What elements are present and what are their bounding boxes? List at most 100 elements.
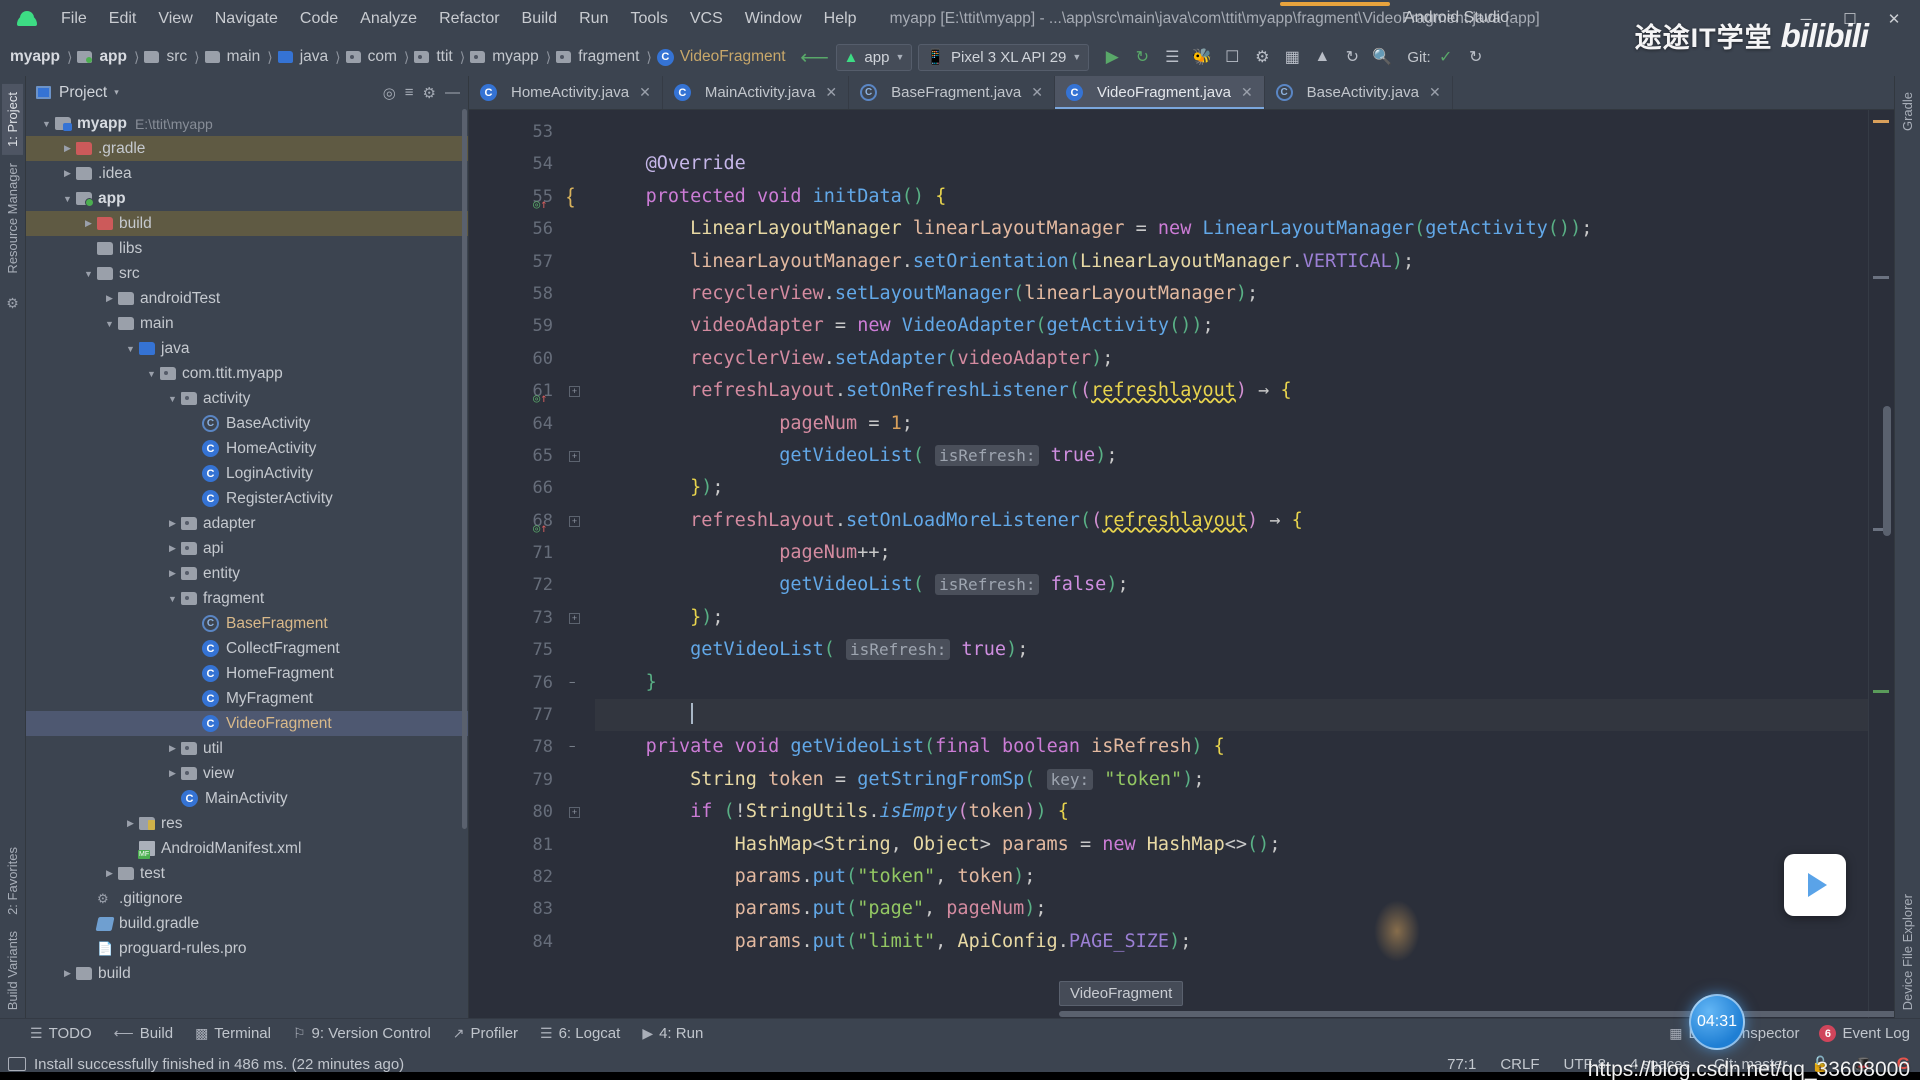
close-icon[interactable]: ✕ bbox=[1031, 84, 1043, 101]
sidebar-tab-project[interactable]: 1: Project bbox=[2, 84, 23, 155]
tree-row[interactable]: ⚙ .gitignore bbox=[26, 886, 468, 911]
code-line[interactable]: @Override bbox=[595, 148, 1868, 180]
settings-icon[interactable]: ⚙ bbox=[423, 84, 436, 102]
chevron-right-icon[interactable]: ▶ bbox=[166, 768, 179, 779]
chevron-right-icon[interactable]: ▶ bbox=[166, 743, 179, 754]
profiler-icon[interactable]: ▲ bbox=[1307, 43, 1337, 71]
code-line[interactable]: refreshLayout.setOnRefreshListener((refr… bbox=[595, 375, 1868, 407]
menu-view[interactable]: View bbox=[147, 6, 203, 32]
close-icon[interactable]: ✕ bbox=[1429, 84, 1441, 101]
breadcrumb-item-src[interactable]: src bbox=[164, 48, 189, 66]
toolwindow-build[interactable]: ⟵ Build bbox=[114, 1025, 173, 1042]
tree-row[interactable]: C VideoFragment bbox=[26, 711, 468, 736]
tree-row[interactable]: ▶ util bbox=[26, 736, 468, 761]
tree-row[interactable]: ▶ androidTest bbox=[26, 286, 468, 311]
chevron-right-icon[interactable]: ▶ bbox=[61, 143, 74, 154]
code-line[interactable]: protected void initData() { bbox=[595, 181, 1868, 213]
close-icon[interactable]: ✕ bbox=[825, 84, 837, 101]
sidebar-tab-build-variants[interactable]: Build Variants bbox=[2, 923, 23, 1018]
tree-row[interactable]: ▶ test bbox=[26, 861, 468, 886]
tree-row[interactable]: C CollectFragment bbox=[26, 636, 468, 661]
tree-row[interactable]: ▶ api bbox=[26, 536, 468, 561]
toolwindow-terminal[interactable]: ▩ Terminal bbox=[195, 1025, 271, 1042]
menu-run[interactable]: Run bbox=[568, 6, 619, 32]
menu-code[interactable]: Code bbox=[289, 6, 349, 32]
layout-inspector-icon[interactable]: ▦ bbox=[1277, 43, 1307, 71]
device-selector[interactable]: 📱 Pixel 3 XL API 29 ▼ bbox=[918, 43, 1090, 71]
tree-row[interactable]: ▼ fragment bbox=[26, 586, 468, 611]
marker-warning[interactable] bbox=[1873, 120, 1889, 123]
logcat-icon[interactable]: ☰ bbox=[1157, 43, 1187, 71]
marker-change[interactable] bbox=[1873, 690, 1889, 693]
chevron-right-icon[interactable]: ▶ bbox=[103, 293, 116, 304]
fold-expand-icon[interactable]: + bbox=[569, 450, 580, 462]
menu-navigate[interactable]: Navigate bbox=[204, 6, 289, 32]
code-line[interactable]: HashMap<String, Object> params = new Has… bbox=[595, 829, 1868, 861]
editor-tab[interactable]: C BaseFragment.java ✕ bbox=[849, 76, 1055, 109]
toolwindow-run[interactable]: ▶ 4: Run bbox=[642, 1025, 703, 1042]
chevron-down-icon[interactable]: ▼ bbox=[166, 594, 179, 604]
apply-changes-icon[interactable]: ↻ bbox=[1127, 43, 1157, 71]
chevron-right-icon[interactable]: ▶ bbox=[82, 218, 95, 229]
code-line[interactable]: pageNum++; bbox=[595, 537, 1868, 569]
toolwindow-profiler[interactable]: ↗ Profiler bbox=[453, 1025, 518, 1042]
breadcrumb-item-myapp-pkg[interactable]: myapp bbox=[490, 48, 541, 66]
sidebar-tab-favorites[interactable]: 2: Favorites bbox=[2, 839, 23, 923]
code-line[interactable] bbox=[595, 116, 1868, 148]
tree-row[interactable]: ▶ .idea bbox=[26, 161, 468, 186]
code-line[interactable]: params.put("page", pageNum); bbox=[595, 893, 1868, 925]
toolwindow-version-control[interactable]: ⚐ 9: Version Control bbox=[293, 1025, 431, 1042]
chevron-down-icon[interactable]: ▼ bbox=[166, 394, 179, 404]
maximize-button[interactable]: ☐ bbox=[1828, 0, 1872, 38]
minimize-button[interactable]: ─ bbox=[1784, 0, 1828, 38]
breadcrumb-item-app[interactable]: app bbox=[97, 48, 129, 66]
tree-row[interactable]: ▼ app bbox=[26, 186, 468, 211]
tree-row[interactable]: C HomeFragment bbox=[26, 661, 468, 686]
tree-row[interactable]: ▶ .gradle bbox=[26, 136, 468, 161]
menu-file[interactable]: File bbox=[50, 6, 98, 32]
code-line[interactable]: getVideoList( isRefresh: false); bbox=[595, 569, 1868, 601]
breadcrumb-item-fragment[interactable]: fragment bbox=[576, 48, 641, 66]
breadcrumb-item-videofragment[interactable]: VideoFragment bbox=[680, 48, 786, 66]
tree-row[interactable]: build.gradle bbox=[26, 911, 468, 936]
tree-row[interactable]: C HomeActivity bbox=[26, 436, 468, 461]
tree-row[interactable]: C BaseActivity bbox=[26, 411, 468, 436]
chevron-right-icon[interactable]: ▶ bbox=[166, 568, 179, 579]
chevron-down-icon[interactable]: ▼ bbox=[82, 269, 95, 279]
toolwindow-logcat[interactable]: ☰ 6: Logcat bbox=[540, 1025, 620, 1042]
hide-panel-icon[interactable]: — bbox=[445, 84, 460, 101]
search-icon[interactable]: 🔍 bbox=[1367, 43, 1397, 71]
chevron-right-icon[interactable]: ▶ bbox=[166, 518, 179, 529]
tree-row[interactable]: C LoginActivity bbox=[26, 461, 468, 486]
code-line[interactable]: refreshLayout.setOnLoadMoreListener((ref… bbox=[595, 505, 1868, 537]
sync-gradle-icon[interactable]: ↻ bbox=[1337, 43, 1367, 71]
menu-help[interactable]: Help bbox=[813, 6, 868, 32]
chevron-down-icon[interactable]: ▼ bbox=[40, 119, 53, 129]
code-folding-column[interactable]: {+ + + + − − + bbox=[559, 110, 595, 1018]
chevron-down-icon[interactable]: ▼ bbox=[103, 319, 116, 329]
editor-tab[interactable]: C BaseActivity.java ✕ bbox=[1265, 76, 1453, 109]
tree-row[interactable]: 📄 proguard-rules.pro bbox=[26, 936, 468, 961]
sidebar-tab-device-file-explorer[interactable]: Device File Explorer bbox=[1897, 886, 1918, 1018]
code-line[interactable]: linearLayoutManager.setOrientation(Linea… bbox=[595, 246, 1868, 278]
caret-position[interactable]: 77:1 bbox=[1447, 1056, 1476, 1073]
chevron-down-icon[interactable]: ▼ bbox=[124, 344, 137, 354]
close-button[interactable]: ✕ bbox=[1872, 0, 1916, 38]
breadcrumb-item-java[interactable]: java bbox=[298, 48, 330, 66]
line-separator[interactable]: CRLF bbox=[1500, 1056, 1539, 1073]
tree-row[interactable]: AndroidManifest.xml bbox=[26, 836, 468, 861]
code-line[interactable]: getVideoList( isRefresh: true); bbox=[595, 634, 1868, 666]
chevron-right-icon[interactable]: ▶ bbox=[61, 968, 74, 979]
locate-icon[interactable]: ◎ bbox=[383, 84, 396, 102]
editor-marker-bar[interactable] bbox=[1868, 110, 1894, 1018]
tree-row[interactable]: ▼ activity bbox=[26, 386, 468, 411]
fold-brace-icon[interactable]: { bbox=[567, 185, 574, 209]
tree-row[interactable]: ▼ com.ttit.myapp bbox=[26, 361, 468, 386]
sidebar-tab-gradle[interactable]: Gradle bbox=[1897, 84, 1918, 139]
editor-horizontal-scrollbar[interactable] bbox=[559, 1009, 1894, 1018]
tree-row[interactable]: ▼ myapp E:\ttit\myapp bbox=[26, 111, 468, 136]
code-line[interactable]: }); bbox=[595, 472, 1868, 504]
breadcrumb-item-myapp[interactable]: myapp bbox=[8, 48, 62, 66]
collapse-all-icon[interactable]: ≡ bbox=[405, 84, 414, 101]
menu-bar[interactable]: File Edit View Navigate Code Analyze Ref… bbox=[50, 6, 868, 32]
